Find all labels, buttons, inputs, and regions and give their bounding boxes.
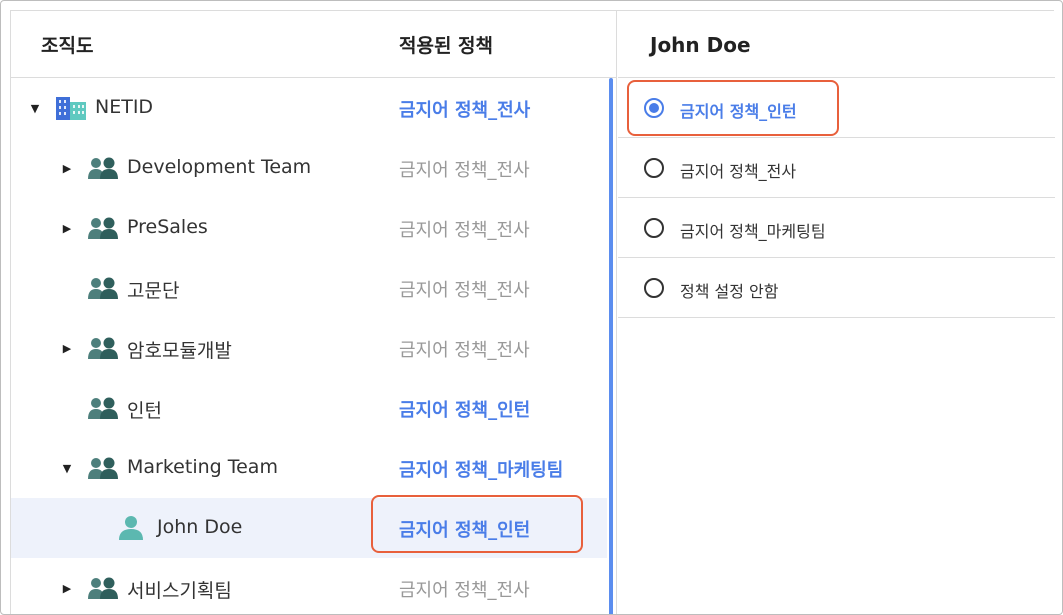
group-icon (88, 217, 118, 239)
caret-right-icon[interactable]: ▶ (61, 138, 73, 198)
radio-unchecked-icon[interactable] (644, 218, 664, 238)
caret-right-icon[interactable]: ▶ (61, 318, 73, 378)
tree-node-label: 인턴 (127, 400, 162, 422)
applied-policy-header: 적용된 정책 (399, 35, 494, 57)
tree-row-development-team[interactable]: ▶ Development Team 금지어 정책_전사 (11, 138, 607, 198)
tree-row-netid[interactable]: ▼ NETID 금지어 정책_전사 (11, 78, 607, 138)
tree-header: 조직도 적용된 정책 (11, 11, 617, 78)
inherited-policy-text: 금지어 정책_전사 (399, 340, 530, 361)
policy-option-label: 정책 설정 안함 (680, 282, 779, 301)
policy-panel: 조직도 적용된 정책 ▼ NETID 금지어 정책_전사 ▶ Developme… (10, 10, 1055, 614)
group-icon (88, 337, 118, 359)
caret-right-icon[interactable]: ▶ (61, 198, 73, 258)
window-frame: 조직도 적용된 정책 ▼ NETID 금지어 정책_전사 ▶ Developme… (0, 0, 1063, 615)
tree-row-advisory[interactable]: 고문단 금지어 정책_전사 (11, 258, 607, 318)
radio-checked-icon[interactable] (644, 98, 664, 118)
tree-node-label: Development Team (127, 156, 312, 178)
tree-node-label: 암호모듈개발 (127, 340, 232, 362)
inherited-policy-text: 금지어 정책_전사 (399, 580, 530, 601)
tree-node-label: 서비스기획팀 (127, 580, 232, 602)
group-icon (88, 277, 118, 299)
tree-row-marketing-team[interactable]: ▼ Marketing Team 금지어 정책_마케팅팀 (11, 438, 607, 498)
radio-unchecked-icon[interactable] (644, 278, 664, 298)
tree-row-service-planning[interactable]: ▶ 서비스기획팀 금지어 정책_전사 (11, 558, 607, 614)
radio-unchecked-icon[interactable] (644, 158, 664, 178)
tree-row-intern[interactable]: 인턴 금지어 정책_인턴 (11, 378, 607, 438)
policy-detail-panel: John Doe 금지어 정책_인턴 금지어 정책_전사 금지어 정책_마케팅팀… (618, 11, 1055, 614)
tree-node-label: PreSales (127, 216, 208, 238)
caret-down-icon[interactable]: ▼ (29, 78, 41, 138)
policy-option-marketing[interactable]: 금지어 정책_마케팅팀 (618, 198, 1055, 258)
applied-policy-text: 금지어 정책_인턴 (399, 400, 531, 421)
detail-header: John Doe (618, 11, 1055, 78)
building-icon (56, 97, 86, 120)
user-icon (119, 516, 143, 540)
group-icon (88, 157, 118, 179)
policy-option-intern[interactable]: 금지어 정책_인턴 (618, 78, 1055, 138)
tree-scrollbar[interactable] (609, 78, 613, 614)
inherited-policy-text: 금지어 정책_전사 (399, 160, 530, 181)
tree-node-label: 고문단 (127, 280, 180, 302)
applied-policy-text: 금지어 정책_인턴 (399, 520, 531, 541)
selected-user-title: John Doe (650, 33, 751, 57)
group-icon (88, 397, 118, 419)
tree-row-crypto-module[interactable]: ▶ 암호모듈개발 금지어 정책_전사 (11, 318, 607, 378)
tree-row-john-doe[interactable]: John Doe 금지어 정책_인턴 (11, 498, 607, 558)
policy-option-label: 금지어 정책_인턴 (680, 102, 797, 121)
tree-node-label: John Doe (157, 516, 243, 538)
inherited-policy-text: 금지어 정책_전사 (399, 280, 530, 301)
policy-option-label: 금지어 정책_전사 (680, 162, 797, 181)
policy-option-none[interactable]: 정책 설정 안함 (618, 258, 1055, 318)
policy-option-label: 금지어 정책_마케팅팀 (680, 222, 826, 241)
applied-policy-text: 금지어 정책_마케팅팀 (399, 460, 564, 481)
policy-option-company[interactable]: 금지어 정책_전사 (618, 138, 1055, 198)
applied-policy-text: 금지어 정책_전사 (399, 100, 531, 121)
tree-row-presales[interactable]: ▶ PreSales 금지어 정책_전사 (11, 198, 607, 258)
tree-node-label: NETID (95, 96, 154, 118)
tree-node-label: Marketing Team (127, 456, 278, 478)
inherited-policy-text: 금지어 정책_전사 (399, 220, 530, 241)
group-icon (88, 577, 118, 599)
caret-down-icon[interactable]: ▼ (61, 438, 73, 498)
org-chart-header: 조직도 (41, 35, 94, 57)
caret-right-icon[interactable]: ▶ (61, 558, 73, 614)
org-tree-panel: 조직도 적용된 정책 ▼ NETID 금지어 정책_전사 ▶ Developme… (11, 11, 617, 614)
group-icon (88, 457, 118, 479)
